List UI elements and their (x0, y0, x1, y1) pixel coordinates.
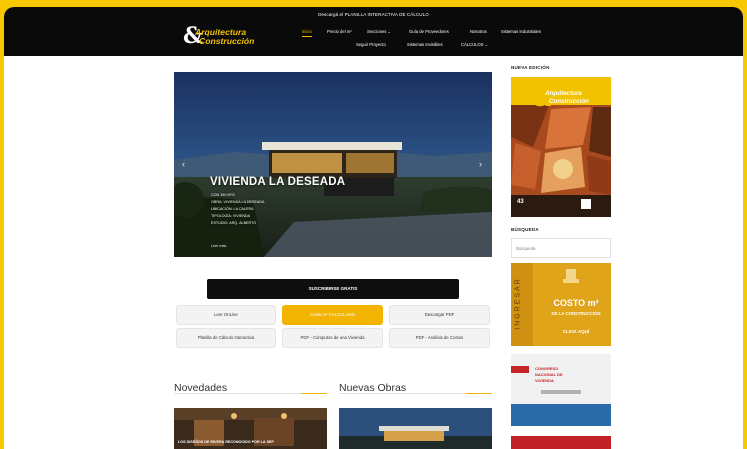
hero-detail: UBICACIÓN: LA CALERA (211, 207, 254, 211)
browser-page: Descargá el PLANILLA INTERACTIVA DE CÁLC… (4, 7, 743, 449)
nav-sistemas-invisibles[interactable]: Sistemas Invisibles (407, 42, 443, 47)
costo-m2-ad[interactable]: INGRESAR COSTO m² DE LA CONSTRUCCIÓN CLI… (511, 263, 611, 346)
promo-link[interactable]: Descargá el PLANILLA INTERACTIVA DE CÁLC… (4, 12, 743, 17)
chevron-left-icon[interactable]: ‹ (182, 159, 185, 169)
ad-click-aqui[interactable]: CLICK AQUÍ (545, 329, 607, 334)
nav-sistemas[interactable]: Sistemas Industriales (501, 29, 541, 34)
search-input[interactable] (511, 238, 611, 258)
chevron-right-icon[interactable]: › (479, 159, 482, 169)
ad-costo-title: COSTO m² (553, 298, 599, 308)
nav-nosotros[interactable]: Nosotros (470, 29, 487, 34)
download-pdf-button[interactable]: Descargar PDF (389, 305, 490, 325)
nav-secciones[interactable]: Secciones ⌄ (367, 29, 391, 34)
planilla-button[interactable]: Planilla de Cálculo Interactiva (176, 328, 276, 348)
cover-logo-line-1: Arquitectura (545, 90, 582, 97)
red-ad-banner[interactable] (511, 436, 611, 449)
computos-pdf-button[interactable]: PDF - Cómputos de una Vivienda (282, 328, 383, 348)
congreso-line-3: VIVIENDA (535, 378, 554, 383)
hero-detail: OBRA: VIVIENDA LA DESEADA (211, 200, 265, 204)
site-logo[interactable]: & Arquitectura Construcción (183, 24, 269, 50)
congreso-ad-image (511, 354, 611, 426)
chevron-down-icon: ⌄ (484, 42, 489, 47)
busqueda-label: BÚSQUEDA (511, 227, 539, 232)
novedades-caption: LOS DISEÑOS DE RIVERA RECONOCIDO POR LA … (178, 440, 274, 444)
section-divider (339, 392, 492, 394)
chevron-down-icon: ⌄ (387, 29, 392, 34)
section-accent (301, 392, 327, 394)
nuevas-obras-image (339, 408, 492, 449)
nav-seguir-proyecto[interactable]: Seguir Proyecto (356, 42, 386, 47)
magazine-cover[interactable]: & Arquitectura Construcción 43 (511, 77, 611, 217)
nav-calculos[interactable]: CÁLCULOS ⌄ (461, 42, 488, 47)
site-header: Descargá el PLANILLA INTERACTIVA DE CÁLC… (4, 7, 743, 56)
ad-ingresar-text: INGRESAR (514, 277, 522, 330)
section-divider (174, 392, 327, 394)
cover-logo-line-2: Construcción (549, 98, 589, 105)
subscribe-button[interactable]: SUSCRIBIRSE GRATIS (207, 279, 459, 299)
nueva-edicion-label: NUEVA EDICIÓN (511, 65, 550, 70)
costo-m2-button[interactable]: Costo m² CALCULADO (282, 305, 383, 325)
hero-detail: CON 390 M²/2 (211, 193, 235, 197)
nav-secciones-label: Secciones (367, 29, 387, 34)
nav-calculos-label: CÁLCULOS (461, 42, 484, 47)
novedades-thumbnail[interactable]: LOS DISEÑOS DE RIVERA RECONOCIDO POR LA … (174, 408, 327, 449)
congreso-line-1: CONGRESO (535, 366, 559, 371)
hero-detail: ESTUDIO: ARQ. ALBERTO (211, 221, 257, 225)
analisis-pdf-button[interactable]: PDF - Análisis de Costos (389, 328, 490, 348)
logo-line-2: Construcción (199, 36, 255, 46)
nav-inicio[interactable]: Inicio (302, 29, 312, 37)
cover-issue-number: 43 (517, 199, 524, 205)
hero-detail: TIPOLOGÍA: VIVIENDA (211, 214, 251, 218)
ad-costo-subtitle: DE LA CONSTRUCCIÓN (551, 311, 601, 316)
read-online-button[interactable]: Leer OnLine (176, 305, 276, 325)
congreso-ad[interactable]: CONGRESO NACIONAL DE VIVIENDA (511, 354, 611, 426)
nav-guia[interactable]: Guía de Proveedores (409, 29, 449, 34)
nuevas-obras-thumbnail[interactable] (339, 408, 492, 449)
hero-image (174, 72, 492, 257)
nav-precio[interactable]: Precio del m² (327, 29, 352, 34)
congreso-line-2: NACIONAL DE (535, 372, 563, 377)
read-more-link[interactable]: Leer más (211, 244, 226, 248)
hero-title[interactable]: VIVIENDA LA DESEADA (210, 176, 345, 188)
hero-slider[interactable]: VIVIENDA LA DESEADA CON 390 M²/2 OBRA: V… (174, 72, 492, 257)
section-accent (466, 392, 492, 394)
